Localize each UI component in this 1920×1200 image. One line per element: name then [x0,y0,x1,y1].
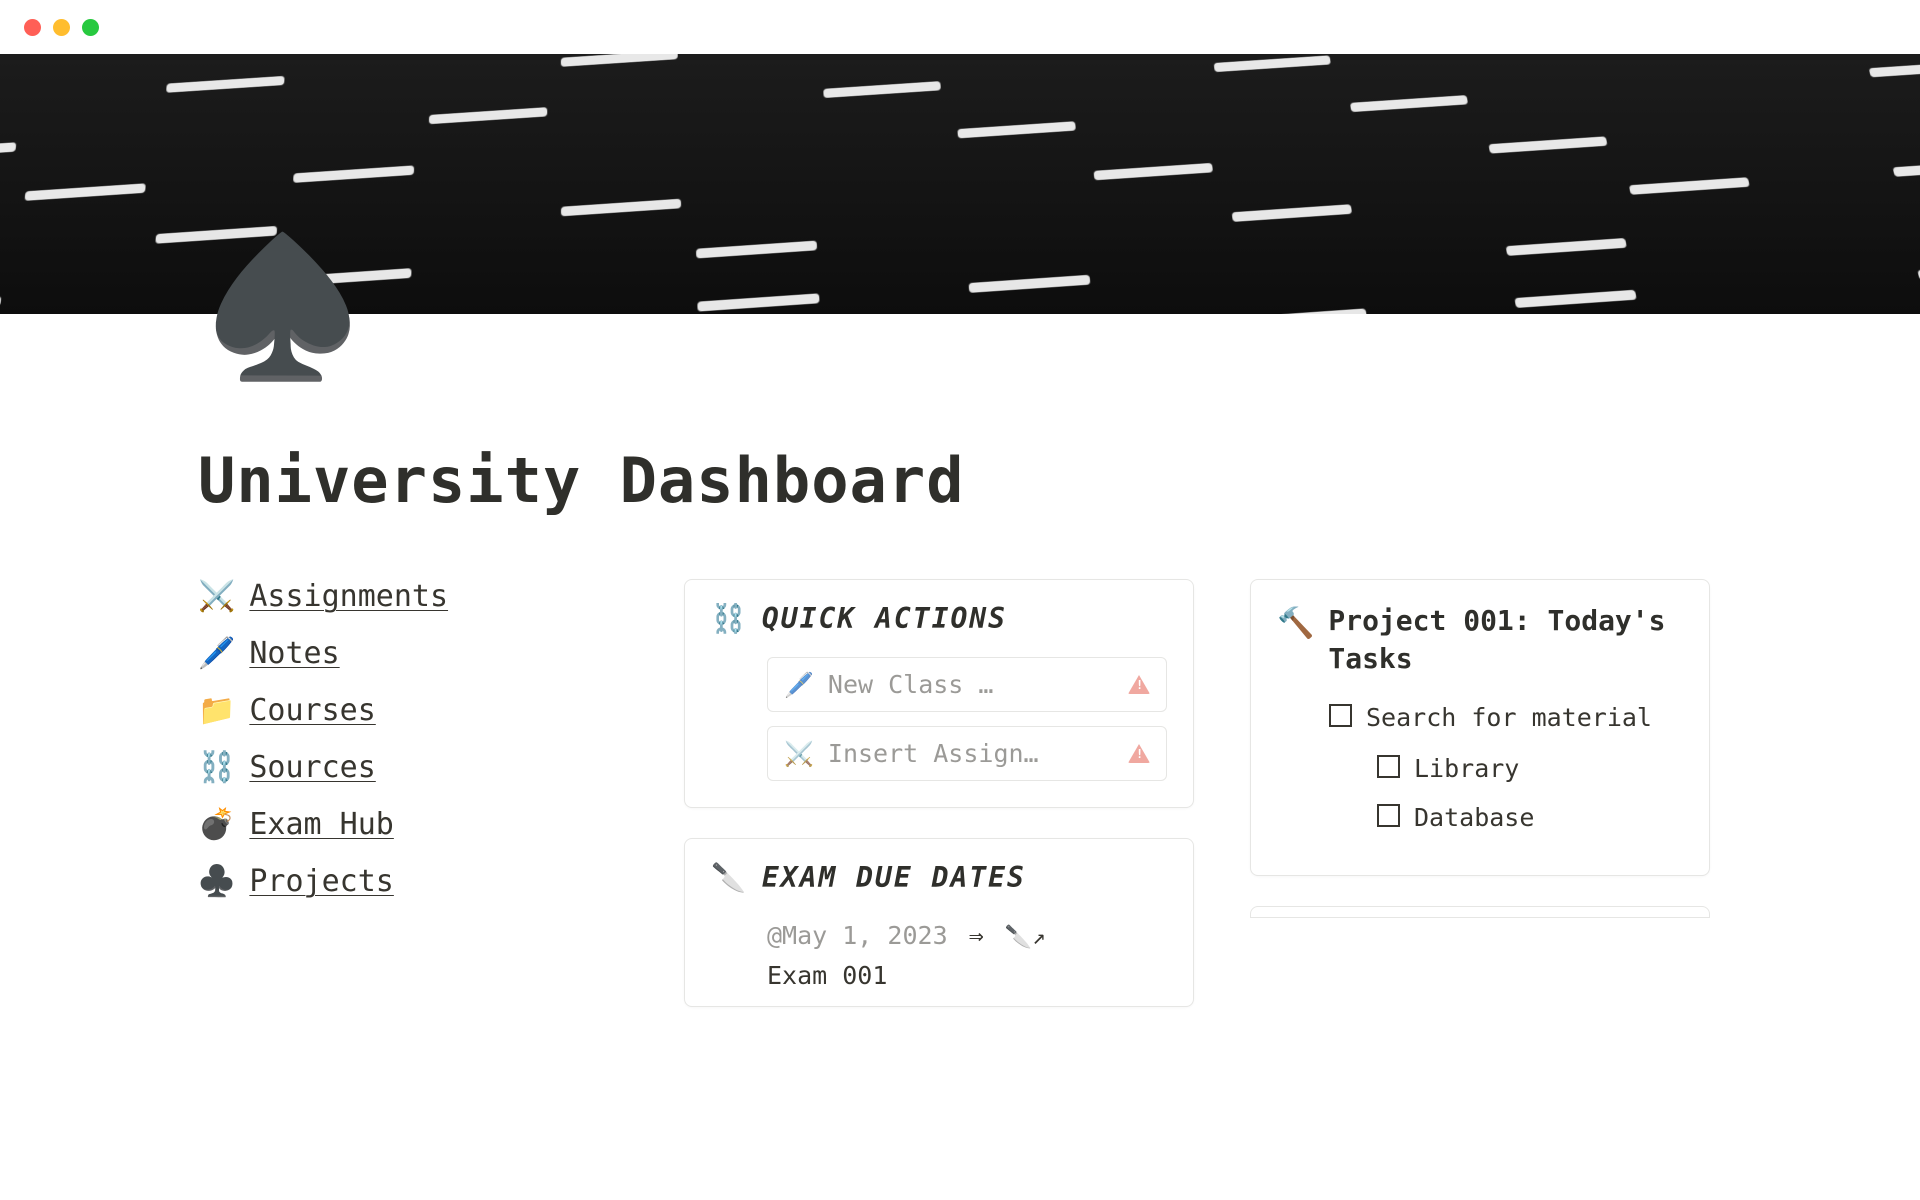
page-title[interactable]: University Dashboard [198,444,1800,517]
nav-link-sources[interactable]: ⛓️ Sources [198,750,628,785]
club-icon: ♣️ [198,867,235,897]
task-item[interactable]: Library [1377,751,1683,786]
warning-icon [1128,675,1150,694]
chains-icon: ⛓️ [198,753,235,783]
chains-icon: ⛓️ [711,602,748,635]
nav-link-label: Projects [249,864,394,899]
exam-date[interactable]: @May 1, 2023 [767,921,948,950]
task-label: Search for material [1366,700,1652,735]
task-label: Library [1414,751,1519,786]
nav-column: ⚔️ Assignments 🖊️ Notes 📁 Courses ⛓️ Sou… [198,579,628,899]
exam-due-dates-card: 🔪 EXAM DUE DATES @May 1, 2023 ⇒ 🔪↗ Exam … [684,838,1194,1007]
exam-link-icon[interactable]: 🔪↗ [1005,925,1046,950]
nav-link-label: Courses [249,693,375,728]
window-close-button[interactable] [24,19,41,36]
task-item[interactable]: Search for material [1329,700,1683,735]
pen-icon: 🖊️ [784,671,814,699]
quick-action-label: New Class … [828,670,1114,699]
checkbox[interactable] [1329,704,1352,727]
quick-actions-card: ⛓️ QUICK ACTIONS 🖊️ New Class … ⚔️ Inser… [684,579,1194,808]
quick-actions-header: ⛓️ QUICK ACTIONS [711,602,1167,635]
nav-link-notes[interactable]: 🖊️ Notes [198,636,628,671]
swords-icon: ⚔️ [784,740,814,768]
card-title: EXAM DUE DATES [762,861,1026,894]
pen-icon: 🖊️ [198,639,235,669]
nav-link-label: Notes [249,636,339,671]
bomb-icon: 💣 [198,810,235,840]
quick-action-label: Insert Assign… [828,739,1114,768]
quick-action-new-class[interactable]: 🖊️ New Class … [767,657,1167,712]
nav-link-exam-hub[interactable]: 💣 Exam Hub [198,807,628,842]
window-minimize-button[interactable] [53,19,70,36]
right-column: 🔨 Project 001: Today's Tasks Search for … [1250,579,1710,918]
exam-name[interactable]: Exam 001 [767,956,1167,996]
warning-icon [1128,744,1150,763]
task-label: Database [1414,800,1534,835]
exam-due-header: 🔪 EXAM DUE DATES [711,861,1167,894]
task-item[interactable]: Database [1377,800,1683,835]
window-maximize-button[interactable] [82,19,99,36]
page-icon[interactable]: ♠️ [198,240,367,376]
arrow-icon: ⇒ [969,921,984,950]
project-card: 🔨 Project 001: Today's Tasks Search for … [1250,579,1710,876]
window-chrome [0,0,1920,54]
project-header: 🔨 Project 001: Today's Tasks [1277,602,1683,678]
nav-link-label: Assignments [249,579,448,614]
nav-link-label: Sources [249,750,375,785]
hammer-icon: 🔨 [1277,604,1314,645]
nav-link-courses[interactable]: 📁 Courses [198,693,628,728]
nav-link-projects[interactable]: ♣️ Projects [198,864,628,899]
nav-link-label: Exam Hub [249,807,394,842]
checkbox[interactable] [1377,755,1400,778]
knife-icon: 🔪 [711,861,748,894]
card-title: Project 001: Today's Tasks [1328,602,1683,678]
checkbox[interactable] [1377,804,1400,827]
next-card-peek [1250,906,1710,918]
nav-link-assignments[interactable]: ⚔️ Assignments [198,579,628,614]
swords-icon: ⚔️ [198,582,235,612]
main-column: ⛓️ QUICK ACTIONS 🖊️ New Class … ⚔️ Inser… [684,579,1194,1037]
folder-icon: 📁 [198,696,235,726]
card-title: QUICK ACTIONS [762,602,1007,635]
quick-action-insert-assignment[interactable]: ⚔️ Insert Assign… [767,726,1167,781]
